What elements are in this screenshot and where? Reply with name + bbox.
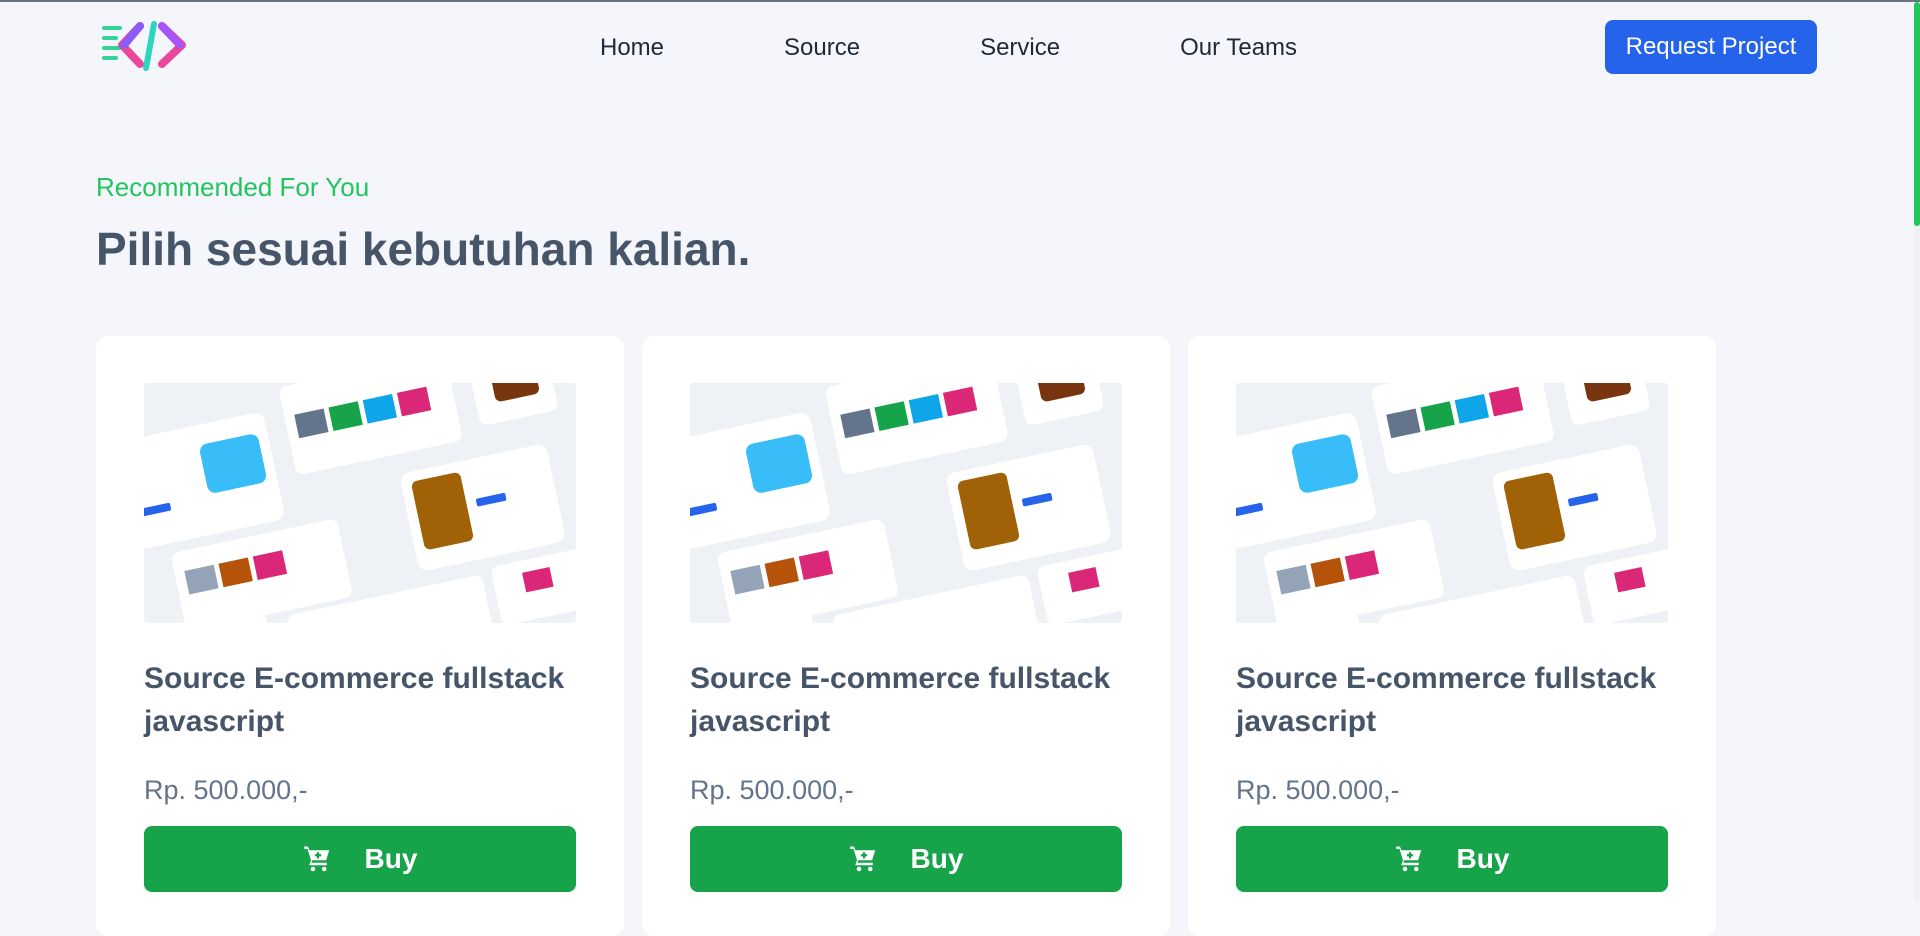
product-thumbnail[interactable] (1236, 383, 1668, 623)
request-project-button[interactable]: Request Project (1605, 20, 1817, 74)
product-price: Rp. 500.000,- (1236, 775, 1400, 805)
nav-home[interactable]: Home (600, 32, 664, 64)
section-eyebrow: Recommended For You (96, 172, 370, 202)
product-thumbnail[interactable] (690, 383, 1122, 623)
product-title[interactable]: Source E-commerce fullstack javascript (144, 657, 576, 743)
product-price: Rp. 500.000,- (144, 775, 308, 805)
buy-button-label: Buy (1456, 843, 1510, 874)
buy-button-label: Buy (910, 843, 964, 874)
product-card: Source E-commerce fullstack javascript R… (96, 336, 624, 936)
product-card: Source E-commerce fullstack javascript R… (1188, 336, 1716, 936)
cart-icon (1395, 846, 1421, 872)
nav-our-teams[interactable]: Our Teams (1180, 32, 1297, 64)
main-nav: Home Source Service Our Teams (600, 32, 1297, 64)
product-price: Rp. 500.000,- (690, 775, 854, 805)
buy-button[interactable]: Buy (144, 826, 576, 892)
buy-button-label: Buy (364, 843, 418, 874)
buy-button[interactable]: Buy (1236, 826, 1668, 892)
nav-source[interactable]: Source (784, 32, 860, 64)
cart-icon (303, 846, 329, 872)
product-thumbnail[interactable] (144, 383, 576, 623)
product-title[interactable]: Source E-commerce fullstack javascript (690, 657, 1122, 743)
nav-service[interactable]: Service (980, 32, 1060, 64)
buy-button[interactable]: Buy (690, 826, 1122, 892)
product-cards: Source E-commerce fullstack javascript R… (96, 336, 1716, 936)
product-title[interactable]: Source E-commerce fullstack javascript (1236, 657, 1668, 743)
scrollbar-thumb[interactable] (1914, 2, 1920, 226)
cart-icon (849, 846, 875, 872)
product-card: Source E-commerce fullstack javascript R… (642, 336, 1170, 936)
top-border (0, 0, 1920, 2)
code-logo-icon[interactable] (100, 20, 194, 74)
section-headline: Pilih sesuai kebutuhan kalian. (96, 223, 751, 275)
